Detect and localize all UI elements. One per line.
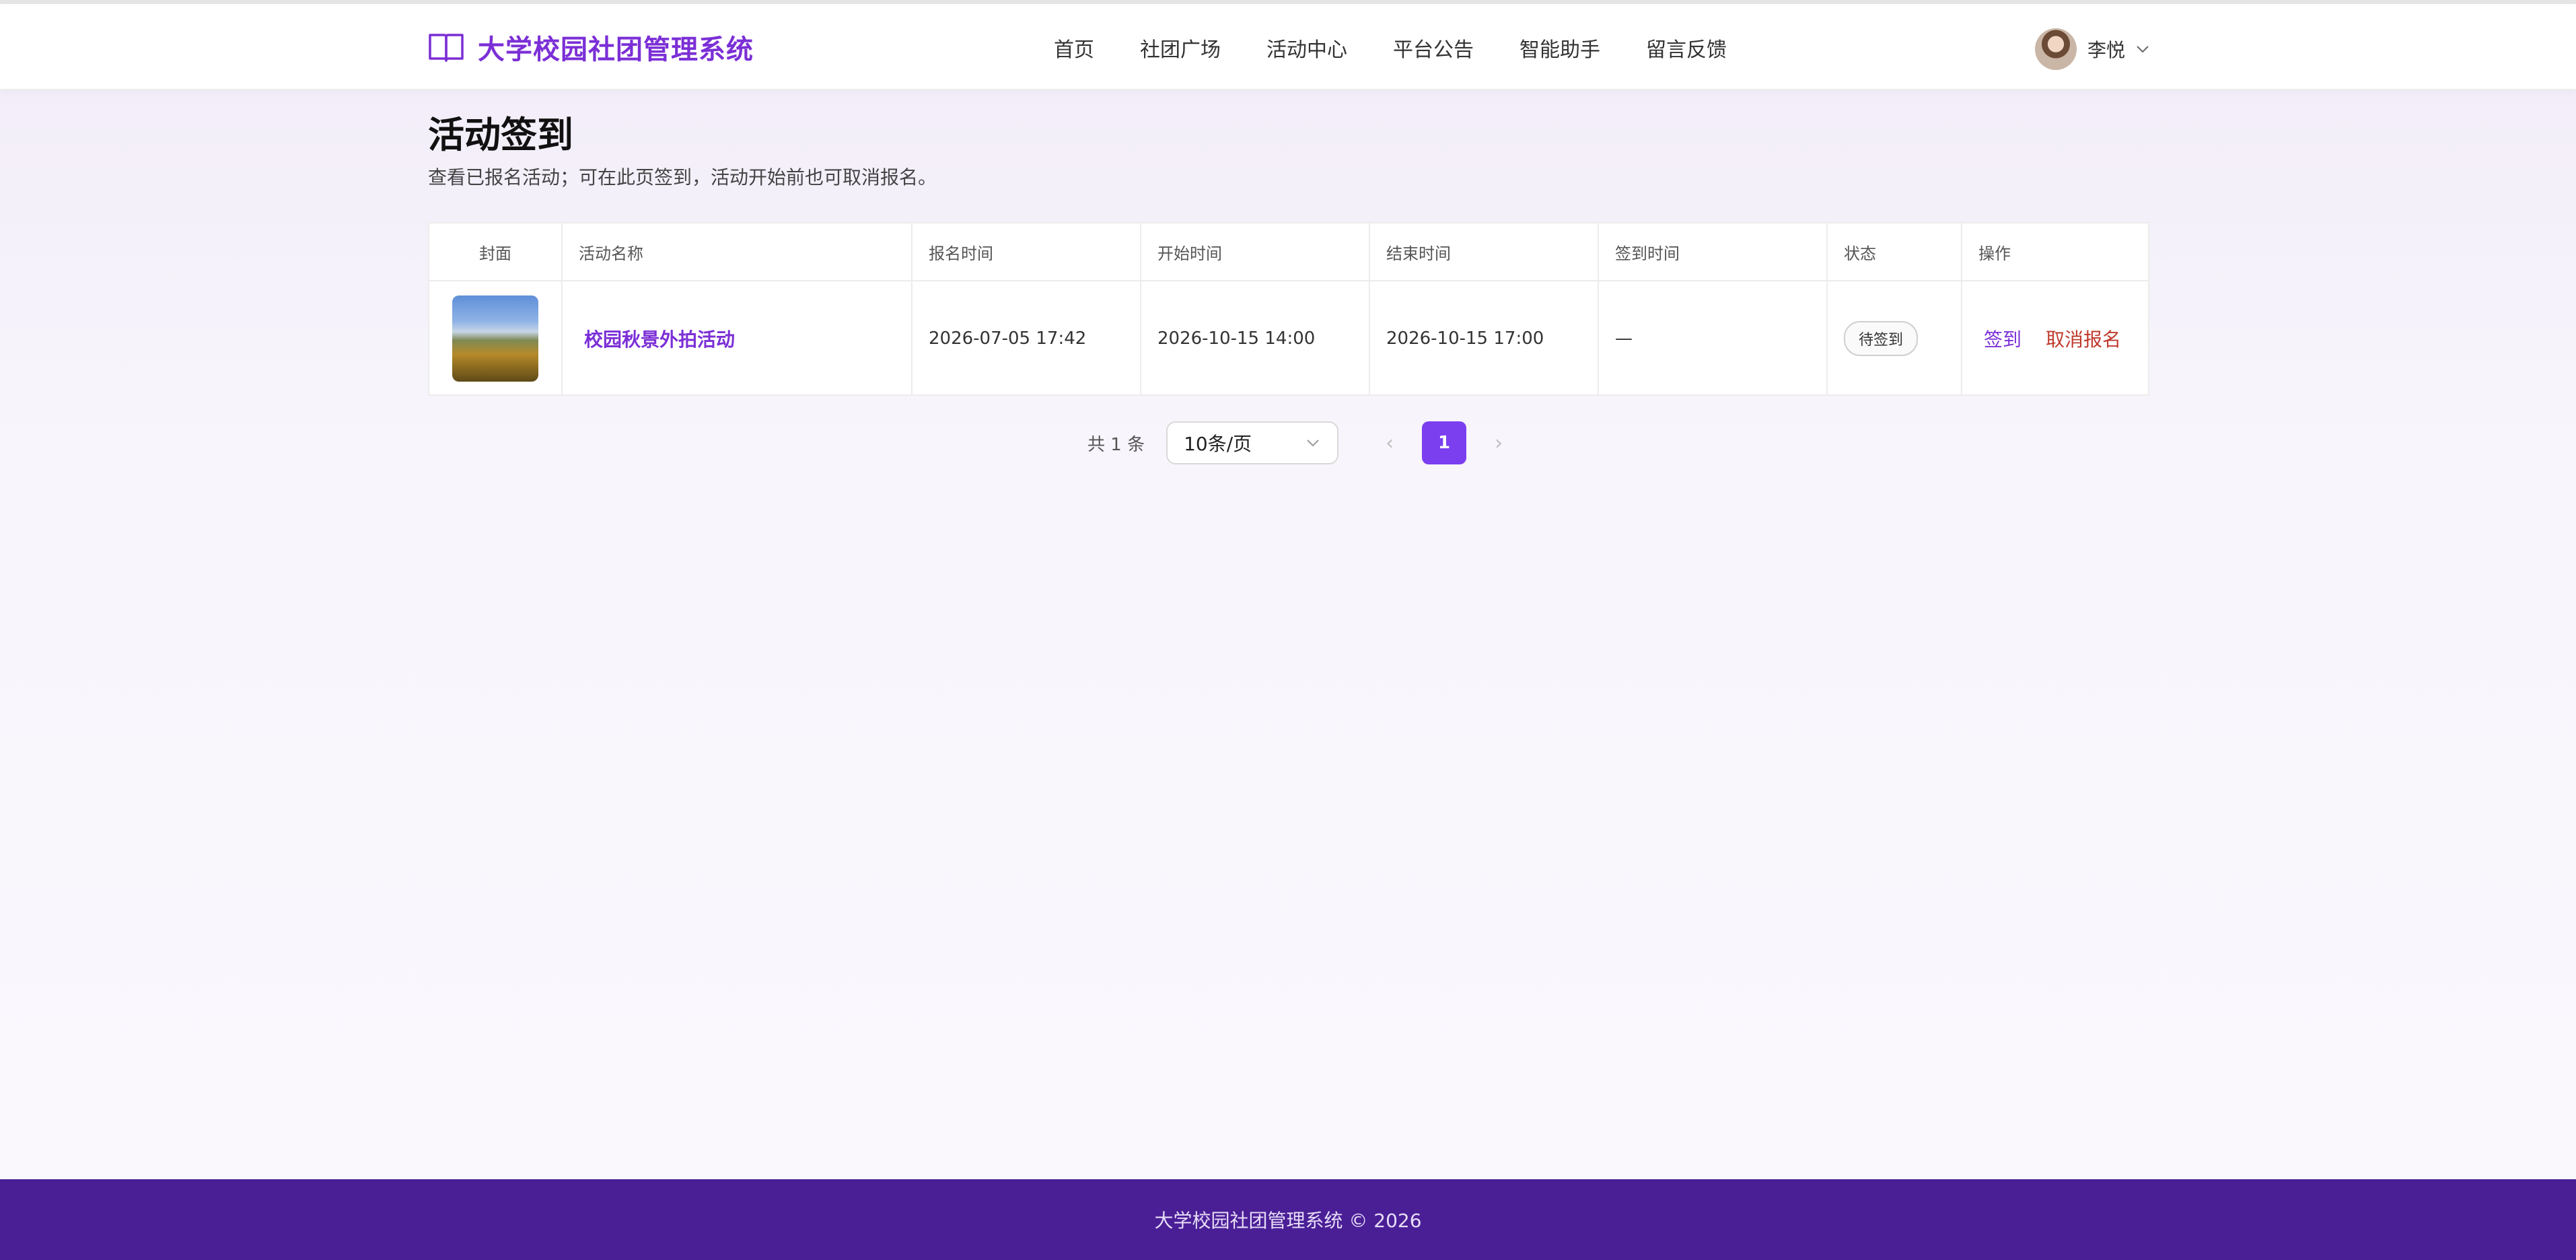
page-title: 活动签到 [428,114,573,156]
chevron-right-icon[interactable]: › [1485,431,1512,455]
nav-item-activity-center[interactable]: 活动中心 [1266,34,1347,67]
signup-time-cell: 2026-07-05 17:42 [913,281,1141,396]
brand[interactable]: 大学校园社团管理系统 [428,30,754,65]
status-cell: 待签到 [1828,281,1962,396]
cover-cell [429,281,563,396]
end-time-cell: 2026-10-15 17:00 [1370,281,1599,396]
column-header-name: 活动名称 [563,223,913,280]
app-title: 大学校园社团管理系统 [478,34,754,65]
chevron-left-icon[interactable]: ‹ [1376,431,1403,455]
user-name: 李悦 [2087,39,2126,61]
chevron-down-icon [2137,46,2149,53]
book-open-icon [429,34,464,62]
column-header-actions: 操作 [1978,244,2011,263]
column-header-signup-time: 报名时间 [913,223,1141,280]
column-header-checkin-time: 签到时间 [1599,223,1828,280]
page-description: 查看已报名活动；可在此页签到，活动开始前也可取消报名。 [428,166,937,188]
start-time-cell: 2026-10-15 14:00 [1141,281,1370,396]
status-badge: 待签到 [1844,321,1919,356]
activity-name-link[interactable]: 校园秋景外拍活动 [579,325,735,352]
column-header-end-time: 结束时间 [1370,223,1599,280]
signup-table: 封面 活动名称 报名时间 开始时间 结束时间 签到时间 状态 操作 校园秋景外拍… [428,222,2149,396]
name-cell: 校园秋景外拍活动 [563,281,913,396]
checkin-time-cell: — [1599,281,1828,396]
actions-cell: 签到 取消报名 [1962,281,2151,396]
cancel-signup-button[interactable]: 取消报名 [2046,325,2121,352]
footer-text: 大学校园社团管理系统 © 2026 [1154,1210,1422,1232]
page-number-current[interactable]: 1 [1422,421,1467,464]
table-header: 封面 活动名称 报名时间 开始时间 结束时间 签到时间 状态 操作 [429,223,2148,281]
activity-cover-image [452,295,538,382]
nav-item-feedback[interactable]: 留言反馈 [1646,34,1727,67]
pagination: 共 1 条 10条/页 ‹ 1 › [1087,421,1512,464]
user-menu[interactable]: 李悦 [2035,28,2151,70]
chevron-down-icon [1307,440,1319,447]
main-nav: 首页 社团广场 活动中心 平台公告 智能助手 留言反馈 [1054,34,1773,67]
column-header-cover: 封面 [429,223,563,280]
nav-item-club-plaza[interactable]: 社团广场 [1140,34,1221,67]
table-row: 校园秋景外拍活动 2026-07-05 17:42 2026-10-15 14:… [429,281,2148,396]
nav-item-announcements[interactable]: 平台公告 [1393,34,1474,67]
nav-item-smart-assistant[interactable]: 智能助手 [1519,34,1600,67]
page-size-value: 10条/页 [1184,433,1252,455]
total-count: 共 1 条 [1087,434,1145,455]
page-size-select[interactable]: 10条/页 [1166,421,1339,464]
footer: 大学校园社团管理系统 © 2026 [0,1179,2576,1260]
top-header: 大学校园社团管理系统 首页 社团广场 活动中心 平台公告 智能助手 留言反馈 李… [0,4,2576,90]
avatar [2035,28,2077,70]
checkin-button[interactable]: 签到 [1984,325,2022,352]
column-header-status: 状态 [1828,223,1962,280]
nav-item-home[interactable]: 首页 [1054,34,1094,67]
column-header-start-time: 开始时间 [1141,223,1370,280]
